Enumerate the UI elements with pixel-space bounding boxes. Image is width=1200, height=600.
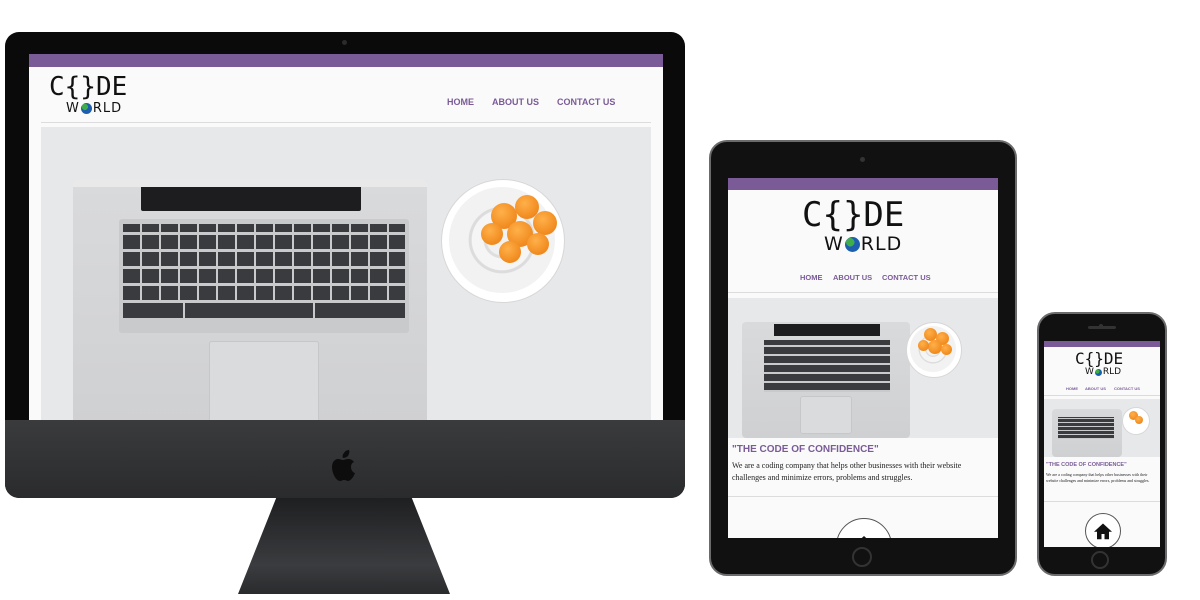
key-row-4 [123,269,405,283]
nav-about-us[interactable]: ABOUT US [833,273,872,282]
flower [918,340,929,351]
flower [1135,416,1143,424]
globe-icon [1094,369,1102,376]
apple-logo-icon [332,450,355,481]
logo-bottom-pre: W [824,233,844,255]
site-logo[interactable]: C{}DE W RLD [1075,351,1135,383]
laptop-hinge [141,183,361,211]
nav-home[interactable]: HOME [447,97,474,107]
logo-bottom-post: RLD [860,233,903,255]
nav-home[interactable]: HOME [800,273,823,282]
top-accent-bar [1044,341,1160,347]
home-button[interactable] [1085,513,1121,547]
iphone-speaker [1088,326,1116,329]
flower [527,233,549,255]
ipad-home-button [852,547,872,567]
logo-wordmark-top: C{}DE [1075,349,1124,368]
site-logo[interactable]: C{}DE W RLD [802,198,932,264]
globe-icon [80,103,92,114]
header-divider [41,122,651,123]
tagline-heading: "THE CODE OF CONFIDENCE" [1046,462,1127,468]
company-description: We are a coding company that helps other… [732,461,962,482]
iphone-home-button [1091,551,1109,569]
nav-about-us[interactable]: ABOUT US [492,97,539,107]
logo-bottom-pre: W [1085,367,1094,377]
logo-wordmark-bottom: W RLD [66,102,159,115]
top-accent-bar [29,54,663,67]
hero-image [41,127,651,420]
logo-wordmark-top: C{}DE [49,72,128,102]
globe-icon [844,237,860,252]
nav-home[interactable]: HOME [1066,386,1078,391]
tagline-heading: "THE CODE OF CONFIDENCE" [732,444,879,455]
key-row-3 [123,252,405,266]
iphone-screen: C{}DE W RLD HOME ABOUT US CONTACT US "TH… [1044,341,1160,547]
hero-image [1044,399,1160,457]
hero-image [728,298,998,438]
section-divider [1044,501,1160,502]
header-divider [728,292,998,293]
logo-bottom-pre: W [66,101,80,116]
top-accent-bar [728,178,998,190]
flower [533,211,557,235]
logo-bottom-post: RLD [92,101,123,116]
flower [941,344,952,355]
company-description: We are a coding company that helps other… [1046,472,1150,483]
imac-screen: C{}DE W RLD HOME ABOUT US CONTACT US [29,54,663,420]
laptop-trackpad [209,341,319,420]
header-divider [1044,395,1160,396]
home-icon [1094,523,1112,540]
flower [928,340,942,354]
logo-wordmark-top: C{}DE [802,195,905,235]
ipad-camera [860,157,865,162]
laptop-hinge [774,324,880,336]
logo-wordmark-bottom: W RLD [1085,368,1135,377]
nav-contact-us[interactable]: CONTACT US [1114,386,1140,391]
home-button[interactable] [836,518,892,538]
flower [499,241,521,263]
imac-stand [238,498,450,594]
nav-contact-us[interactable]: CONTACT US [882,273,931,282]
laptop-screen-edge [73,179,427,187]
home-icon [861,536,867,538]
site-logo[interactable]: C{}DE W RLD [49,74,159,118]
nav-contact-us[interactable]: CONTACT US [557,97,615,107]
imac-camera [342,40,347,45]
key-row-5 [123,286,405,300]
laptop-keyboard [1058,417,1114,439]
logo-bottom-post: RLD [1102,367,1122,377]
section-divider [728,496,998,497]
logo-wordmark-bottom: W RLD [824,235,932,254]
laptop-trackpad [800,396,852,434]
key-row-2 [123,235,405,249]
laptop-keyboard [764,340,890,392]
ipad-screen: C{}DE W RLD HOME ABOUT US CONTACT US "TH… [728,178,998,538]
nav-about-us[interactable]: ABOUT US [1085,386,1106,391]
key-row-6 [123,303,405,318]
key-row-1 [123,224,405,232]
flower [481,223,503,245]
